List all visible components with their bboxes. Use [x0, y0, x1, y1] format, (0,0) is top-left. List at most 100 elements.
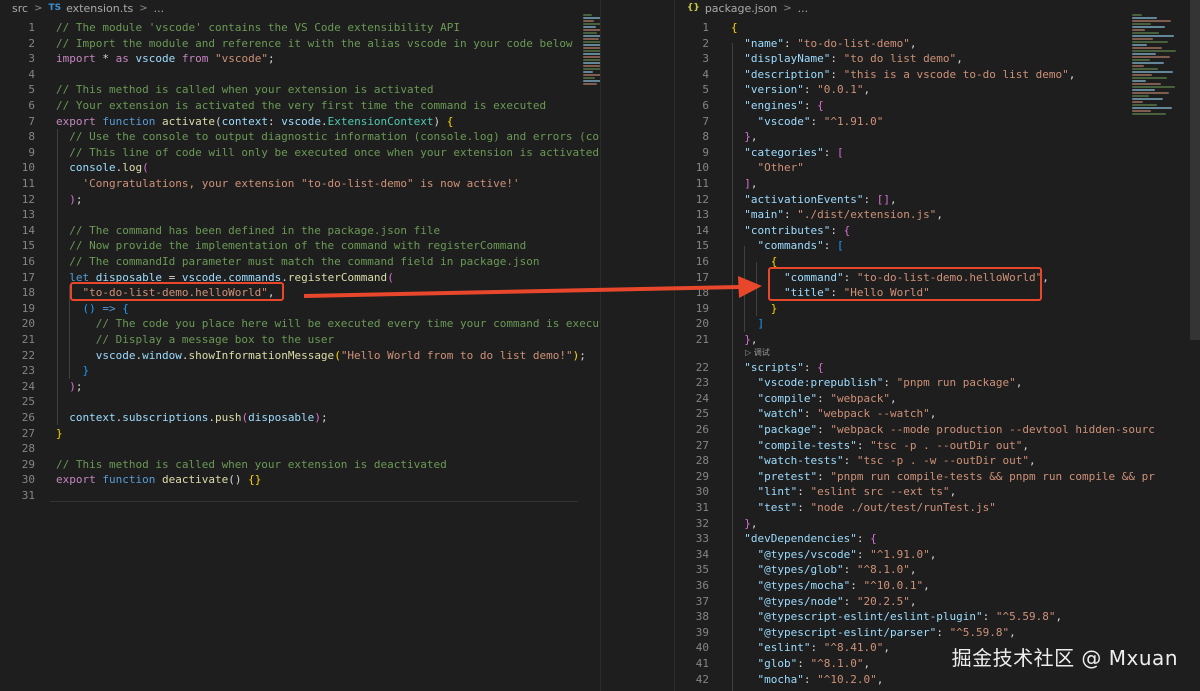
- line-number[interactable]: 5: [675, 82, 709, 98]
- code-line[interactable]: 34 "@types/vscode": "^1.91.0",: [675, 547, 1200, 563]
- line-number[interactable]: 22: [0, 348, 35, 364]
- line-number[interactable]: 20: [0, 316, 35, 332]
- line-number[interactable]: 27: [675, 438, 709, 454]
- line-number[interactable]: 37: [675, 594, 709, 610]
- line-number[interactable]: 10: [675, 160, 709, 176]
- code-line[interactable]: 22 "scripts": {: [675, 360, 1200, 376]
- line-number[interactable]: 9: [0, 145, 35, 161]
- line-number[interactable]: 16: [675, 254, 709, 270]
- line-number[interactable]: 13: [675, 207, 709, 223]
- line-number[interactable]: 32: [675, 516, 709, 532]
- line-number[interactable]: 13: [0, 207, 35, 223]
- code-line[interactable]: 7 export function activate(context: vscod…: [0, 114, 600, 130]
- code-line[interactable]: 20 ]: [675, 316, 1200, 332]
- code-line[interactable]: 12 "activationEvents": [],: [675, 192, 1200, 208]
- code-line[interactable]: 29 // This method is called when your ext…: [0, 457, 600, 473]
- breadcrumb-file[interactable]: extension.ts: [66, 2, 133, 15]
- code-line[interactable]: 21 },: [675, 332, 1200, 348]
- line-number[interactable]: 23: [675, 375, 709, 391]
- right-minimap[interactable]: [1132, 14, 1182, 116]
- line-number[interactable]: 4: [675, 67, 709, 83]
- code-line[interactable]: 2 "name": "to-do-list-demo",: [675, 36, 1200, 52]
- code-line[interactable]: 9 // This line of code will only be exec…: [0, 145, 600, 161]
- code-line[interactable]: 42 "mocha": "^10.2.0",: [675, 672, 1200, 688]
- line-number[interactable]: 21: [0, 332, 35, 348]
- line-number[interactable]: 10: [0, 160, 35, 176]
- code-line[interactable]: 27}: [0, 426, 600, 442]
- code-line[interactable]: 38 "@typescript-eslint/eslint-plugin": "…: [675, 609, 1200, 625]
- code-line[interactable]: 6 "engines": {: [675, 98, 1200, 114]
- line-number[interactable]: 42: [675, 672, 709, 688]
- code-line[interactable]: 12 );: [0, 192, 600, 208]
- code-line[interactable]: 19 }: [675, 301, 1200, 317]
- line-number[interactable]: 22: [675, 360, 709, 376]
- code-line[interactable]: 13 "main": "./dist/extension.js",: [675, 207, 1200, 223]
- line-number[interactable]: 7: [675, 114, 709, 130]
- line-number[interactable]: 1: [675, 20, 709, 36]
- breadcrumb-more[interactable]: ...: [798, 2, 809, 15]
- right-scrollbar-thumb[interactable]: [1190, 0, 1200, 340]
- line-number[interactable]: 4: [0, 67, 35, 83]
- line-number[interactable]: 26: [0, 410, 35, 426]
- line-number[interactable]: 17: [0, 270, 35, 286]
- code-line[interactable]: 28: [0, 441, 600, 457]
- line-number[interactable]: 31: [675, 500, 709, 516]
- code-line[interactable]: 11 ],: [675, 176, 1200, 192]
- code-line[interactable]: 13: [0, 207, 600, 223]
- code-line[interactable]: 21 // Display a message box to the user: [0, 332, 600, 348]
- line-number[interactable]: 2: [675, 36, 709, 52]
- code-line[interactable]: 14 // The command has been defined in th…: [0, 223, 600, 239]
- code-line[interactable]: 25 "watch": "webpack --watch",: [675, 406, 1200, 422]
- code-line[interactable]: 11 'Congratulations, your extension "to-…: [0, 176, 600, 192]
- line-number[interactable]: 29: [0, 457, 35, 473]
- line-number[interactable]: 35: [675, 562, 709, 578]
- line-number[interactable]: 8: [0, 129, 35, 145]
- code-line[interactable]: 22 vscode.window.showInformationMessage(…: [0, 348, 600, 364]
- code-line[interactable]: 36 "@types/mocha": "^10.0.1",: [675, 578, 1200, 594]
- line-number[interactable]: 28: [675, 453, 709, 469]
- line-number[interactable]: 30: [675, 484, 709, 500]
- line-number[interactable]: 6: [0, 98, 35, 114]
- code-line[interactable]: 9 "categories": [: [675, 145, 1200, 161]
- code-line[interactable]: 6 // Your extension is activated the very…: [0, 98, 600, 114]
- line-number[interactable]: 41: [675, 656, 709, 672]
- code-line[interactable]: 5 // This method is called when your exte…: [0, 82, 600, 98]
- code-line[interactable]: 35 "@types/glob": "^8.1.0",: [675, 562, 1200, 578]
- code-line[interactable]: 8 },: [675, 129, 1200, 145]
- line-number[interactable]: 25: [675, 406, 709, 422]
- line-number[interactable]: 26: [675, 422, 709, 438]
- line-number[interactable]: 14: [675, 223, 709, 239]
- line-number[interactable]: 11: [0, 176, 35, 192]
- line-number[interactable]: 33: [675, 531, 709, 547]
- line-number[interactable]: 3: [675, 51, 709, 67]
- line-number[interactable]: 19: [0, 301, 35, 317]
- line-number[interactable]: 40: [675, 640, 709, 656]
- code-line[interactable]: 25: [0, 394, 600, 410]
- code-line[interactable]: 3 "displayName": "to do list demo",: [675, 51, 1200, 67]
- line-number[interactable]: 2: [0, 36, 35, 52]
- line-number[interactable]: 39: [675, 625, 709, 641]
- left-minimap[interactable]: [583, 14, 600, 86]
- code-line[interactable]: 14 "contributes": {: [675, 223, 1200, 239]
- code-line[interactable]: 30 export function deactivate() {}: [0, 472, 600, 488]
- code-line[interactable]: 28 "watch-tests": "tsc -p . -w --outDir …: [675, 453, 1200, 469]
- code-line[interactable]: 5 "version": "0.0.1",: [675, 82, 1200, 98]
- code-line[interactable]: 37 "@types/node": "20.2.5",: [675, 594, 1200, 610]
- line-number[interactable]: 23: [0, 363, 35, 379]
- line-number[interactable]: 24: [0, 379, 35, 395]
- code-line[interactable]: 27 "compile-tests": "tsc -p . --outDir o…: [675, 438, 1200, 454]
- line-number[interactable]: 27: [0, 426, 35, 442]
- code-line[interactable]: 2 // Import the module and reference it w…: [0, 36, 600, 52]
- code-line[interactable]: 19 () => {: [0, 301, 600, 317]
- code-line[interactable]: 23 }: [0, 363, 600, 379]
- line-number[interactable]: 18: [675, 285, 709, 301]
- code-line[interactable]: 23 "vscode:prepublish": "pnpm run packag…: [675, 375, 1200, 391]
- line-number[interactable]: 29: [675, 469, 709, 485]
- code-line[interactable]: 15 // Now provide the implementation of …: [0, 238, 600, 254]
- line-number[interactable]: 12: [0, 192, 35, 208]
- line-number[interactable]: 3: [0, 51, 35, 67]
- line-number[interactable]: 18: [0, 285, 35, 301]
- line-number[interactable]: 9: [675, 145, 709, 161]
- breadcrumb-folder[interactable]: src: [12, 2, 28, 15]
- line-number[interactable]: 15: [675, 238, 709, 254]
